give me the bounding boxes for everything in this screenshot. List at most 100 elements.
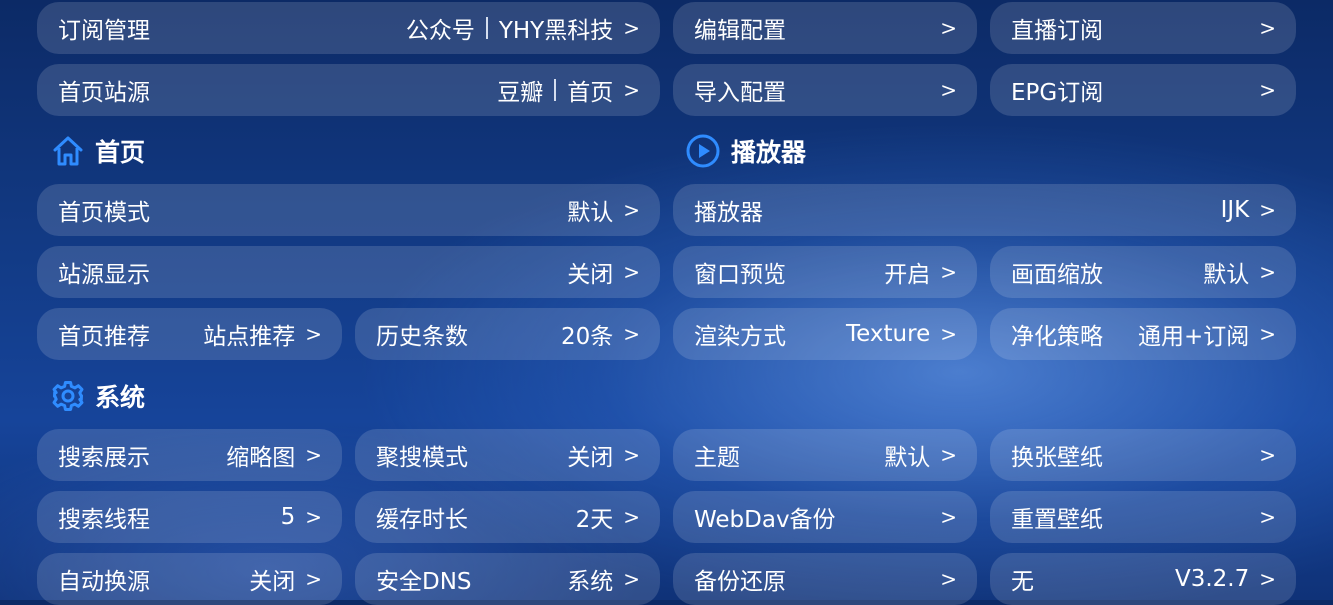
home-recommend-value: 站点推荐 [203,324,296,350]
subscription-label: 订阅管理 [58,18,150,44]
chevron-right-icon: > [623,78,640,102]
webdav-backup-label: WebDav备份 [694,507,836,533]
search-threads-label: 搜索线程 [58,507,150,533]
edit-config-label: 编辑配置 [694,18,786,44]
chevron-right-icon: > [1259,260,1276,284]
play-circle-icon [686,134,720,168]
chevron-right-icon: > [1259,78,1276,102]
edit-config-item[interactable]: 编辑配置 > [673,2,977,54]
auto-switch-source-label: 自动换源 [58,569,150,595]
import-config-item[interactable]: 导入配置 > [673,64,977,116]
backup-restore-label: 备份还原 [694,569,786,595]
homepage-site-value-left: 豆瓣 [497,80,544,106]
aggregate-search-label: 聚搜模式 [376,445,468,471]
window-preview-value: 开启 [884,262,931,288]
picture-scale-value: 默认 [1203,262,1250,288]
homepage-site-item[interactable]: 首页站源 豆瓣 首页 > [37,64,660,116]
secure-dns-value: 系统 [567,569,614,595]
chevron-right-icon: > [305,443,322,467]
version-item[interactable]: 无 V3.2.7 > [990,553,1296,605]
auto-switch-source-value: 关闭 [249,569,296,595]
player-section-header: 播放器 [685,133,806,169]
home-recommend-label: 首页推荐 [58,324,150,350]
system-section-header: 系统 [51,378,145,414]
render-mode-label: 渲染方式 [694,324,786,350]
webdav-backup-item[interactable]: WebDav备份 > [673,491,977,543]
auto-switch-source-item[interactable]: 自动换源 关闭 > [37,553,342,605]
cache-duration-value: 2天 [575,507,614,533]
chevron-right-icon: > [623,16,640,40]
site-display-item[interactable]: 站源显示 关闭 > [37,246,660,298]
subscription-item[interactable]: 订阅管理 公众号 YHY黑科技 > [37,2,660,54]
chevron-right-icon: > [305,505,322,529]
search-display-value: 缩略图 [226,445,296,471]
backup-restore-item[interactable]: 备份还原 > [673,553,977,605]
separator [485,17,488,39]
history-count-value: 20条 [560,324,614,350]
purify-strategy-label: 净化策略 [1011,324,1103,350]
reset-wallpaper-label: 重置壁纸 [1011,507,1103,533]
chevron-right-icon: > [623,443,640,467]
chevron-right-icon: > [940,443,957,467]
render-mode-value: Texture [846,321,931,347]
chevron-right-icon: > [940,567,957,591]
search-display-label: 搜索展示 [58,445,150,471]
window-preview-item[interactable]: 窗口预览 开启 > [673,246,977,298]
search-display-item[interactable]: 搜索展示 缩略图 > [37,429,342,481]
player-section-title: 播放器 [731,138,807,167]
chevron-right-icon: > [305,322,322,346]
aggregate-search-item[interactable]: 聚搜模式 关闭 > [355,429,660,481]
player-value: IJK [1220,197,1250,223]
chevron-right-icon: > [1259,198,1276,222]
gear-icon [52,381,84,411]
theme-label: 主题 [694,445,740,471]
theme-item[interactable]: 主题 默认 > [673,429,977,481]
home-mode-item[interactable]: 首页模式 默认 > [37,184,660,236]
subscription-value: 公众号 YHY黑科技 > [406,11,640,45]
epg-subscription-item[interactable]: EPG订阅 > [990,64,1296,116]
chevron-right-icon: > [623,322,640,346]
purify-strategy-value: 通用+订阅 [1137,324,1250,350]
purify-strategy-item[interactable]: 净化策略 通用+订阅 > [990,308,1296,360]
home-recommend-item[interactable]: 首页推荐 站点推荐 > [37,308,342,360]
home-section-title: 首页 [95,138,146,167]
change-wallpaper-item[interactable]: 换张壁纸 > [990,429,1296,481]
chevron-right-icon: > [623,505,640,529]
home-section-header: 首页 [51,133,145,169]
theme-value: 默认 [884,445,931,471]
cache-duration-item[interactable]: 缓存时长 2天 > [355,491,660,543]
site-display-value: 关闭 [567,262,614,288]
subscription-value-left: 公众号 [405,18,475,44]
player-label: 播放器 [694,200,763,226]
homepage-site-value: 豆瓣 首页 > [497,73,640,107]
history-count-item[interactable]: 历史条数 20条 > [355,308,660,360]
search-threads-value: 5 [280,504,296,530]
live-subscription-label: 直播订阅 [1011,18,1103,44]
secure-dns-label: 安全DNS [376,569,472,595]
chevron-right-icon: > [1259,505,1276,529]
secure-dns-item[interactable]: 安全DNS 系统 > [355,553,660,605]
reset-wallpaper-item[interactable]: 重置壁纸 > [990,491,1296,543]
version-value: V3.2.7 [1174,566,1250,592]
picture-scale-label: 画面缩放 [1011,262,1103,288]
render-mode-item[interactable]: 渲染方式 Texture > [673,308,977,360]
chevron-right-icon: > [1259,443,1276,467]
chevron-right-icon: > [1259,567,1276,591]
chevron-right-icon: > [305,567,322,591]
aggregate-search-value: 关闭 [567,445,614,471]
cache-duration-label: 缓存时长 [376,507,468,533]
search-threads-item[interactable]: 搜索线程 5 > [37,491,342,543]
homepage-site-label: 首页站源 [58,80,150,106]
separator [554,79,557,101]
chevron-right-icon: > [940,78,957,102]
chevron-right-icon: > [940,505,957,529]
homepage-site-value-right: 首页 [567,80,614,106]
change-wallpaper-label: 换张壁纸 [1011,445,1103,471]
window-preview-label: 窗口预览 [694,262,786,288]
site-display-label: 站源显示 [58,262,150,288]
chevron-right-icon: > [1259,322,1276,346]
import-config-label: 导入配置 [694,80,786,106]
live-subscription-item[interactable]: 直播订阅 > [990,2,1296,54]
player-item[interactable]: 播放器 IJK > [673,184,1296,236]
picture-scale-item[interactable]: 画面缩放 默认 > [990,246,1296,298]
